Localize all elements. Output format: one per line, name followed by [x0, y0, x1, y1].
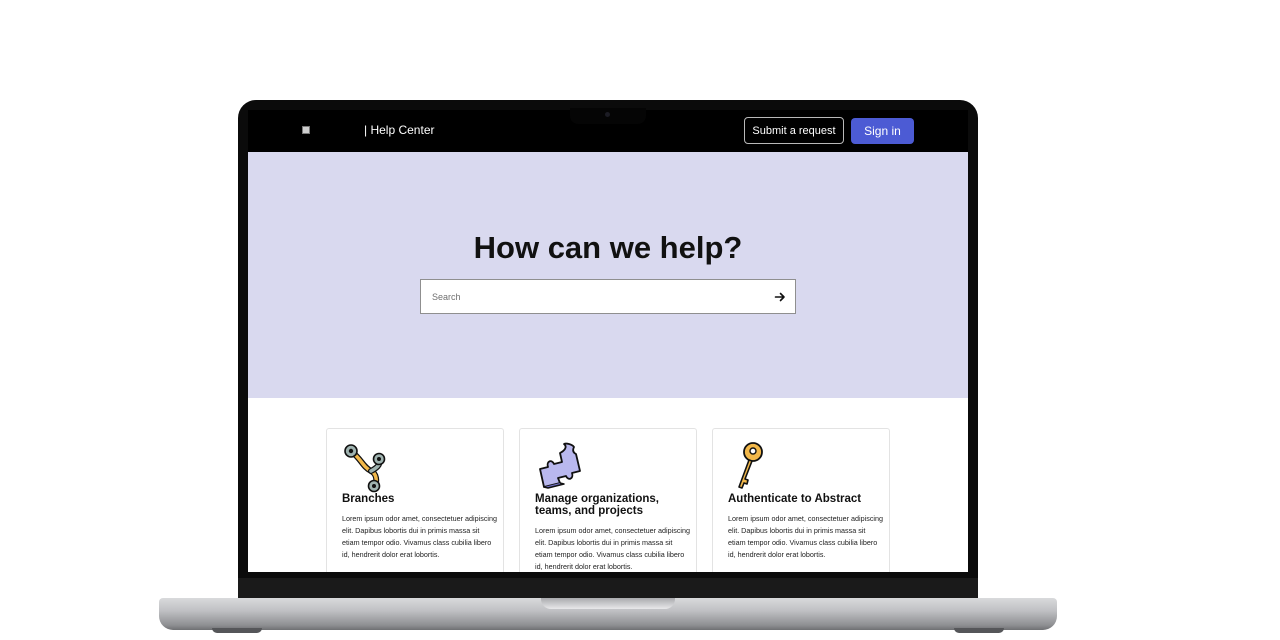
laptop-base-notch	[541, 598, 675, 609]
category-card-branches[interactable]: Branches Lorem ipsum odor amet, consecte…	[326, 428, 504, 572]
broken-logo-image[interactable]	[302, 126, 310, 134]
laptop-foot-right	[954, 628, 1004, 633]
help-center-title[interactable]: | Help Center	[364, 123, 434, 137]
card-title: Authenticate to Abstract	[728, 493, 862, 505]
hero-section: How can we help?	[248, 152, 968, 398]
branches-icon	[341, 441, 391, 493]
card-description: Lorem ipsum odor amet, consectetuer adip…	[728, 514, 884, 559]
category-card-authenticate[interactable]: Authenticate to Abstract Lorem ipsum odo…	[712, 428, 890, 572]
card-title: Branches	[342, 493, 395, 505]
laptop-foot-left	[212, 628, 262, 633]
card-description: Lorem ipsum odor amet, consectetuer adip…	[535, 526, 691, 571]
card-title: Manage organizations, teams, and project…	[535, 493, 659, 517]
laptop-screen: | Help Center Submit a request Sign in H…	[248, 110, 968, 572]
camera-icon	[605, 112, 610, 117]
arrow-right-icon[interactable]	[769, 286, 791, 308]
sign-in-button[interactable]: Sign in	[851, 118, 914, 144]
search-box	[420, 279, 796, 314]
key-icon	[727, 441, 777, 493]
puzzle-piece-icon	[534, 441, 584, 493]
search-input[interactable]	[421, 280, 761, 313]
submit-request-button[interactable]: Submit a request	[744, 117, 844, 144]
hero-title: How can we help?	[473, 230, 743, 265]
card-description: Lorem ipsum odor amet, consectetuer adip…	[342, 514, 498, 559]
laptop-hinge	[238, 578, 978, 600]
category-card-organizations[interactable]: Manage organizations, teams, and project…	[519, 428, 697, 572]
